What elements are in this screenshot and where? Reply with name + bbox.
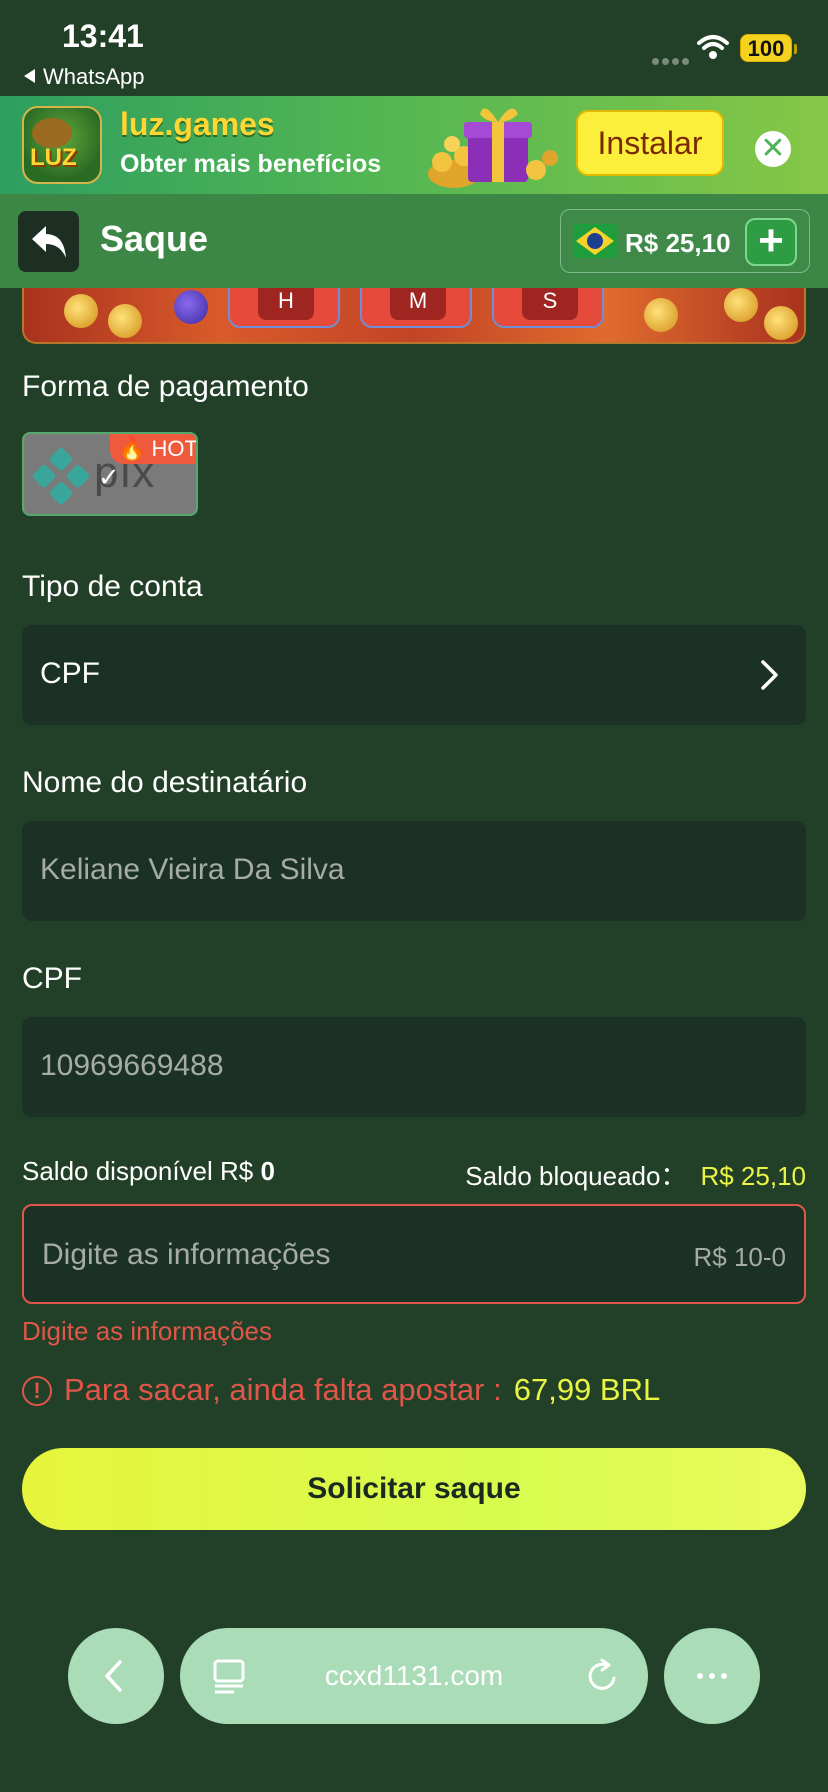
recipient-name-label: Nome do destinatário — [22, 766, 308, 799]
available-balance: Saldo disponível R$ 0 — [22, 1156, 275, 1187]
brazil-flag-icon — [573, 224, 617, 258]
available-balance-value: 0 — [260, 1156, 275, 1186]
banner-close-icon[interactable]: ✕ — [755, 131, 791, 167]
countdown-minutes: M — [360, 288, 472, 328]
countdown-hours-label: H — [258, 288, 314, 320]
pix-payment-option[interactable]: pix ✓ 🔥 HOT — [22, 432, 198, 516]
amount-range: R$ 10-0 — [693, 1242, 787, 1272]
selected-check-icon: ✓ — [98, 462, 120, 492]
available-balance-label: Saldo disponível R$ — [22, 1156, 254, 1186]
back-app-label: WhatsApp — [43, 64, 145, 89]
banner-title: luz.games — [120, 106, 275, 142]
balance-display[interactable]: R$ 25,10 + — [560, 209, 810, 273]
balance-amount: R$ 25,10 — [625, 228, 731, 258]
back-triangle-icon — [24, 69, 35, 83]
blocked-balance-label: Saldo bloqueado： — [465, 1161, 687, 1191]
battery-indicator: 100 — [740, 34, 797, 62]
browser-back-button[interactable] — [68, 1628, 164, 1724]
cpf-label: CPF — [22, 962, 82, 995]
back-to-app-link[interactable]: WhatsApp — [24, 64, 145, 90]
hot-badge: 🔥 HOT — [110, 434, 198, 464]
amount-placeholder: Digite as informações — [42, 1238, 331, 1271]
payment-method-label: Forma de pagamento — [22, 370, 309, 403]
betting-requirement-warning: ! Para sacar, ainda falta apostar : 67,99 … — [22, 1372, 660, 1408]
back-button[interactable] — [18, 211, 79, 272]
request-withdrawal-button[interactable]: Solicitar saque — [22, 1448, 806, 1530]
cpf-value: 10969669488 — [40, 1049, 224, 1082]
countdown-hours: H — [228, 288, 340, 328]
status-time: 13:41 — [62, 18, 144, 54]
reload-icon[interactable] — [586, 1658, 620, 1694]
chevron-right-icon — [761, 660, 778, 690]
recipient-name-value: Keliane Vieira Da Silva — [40, 853, 345, 886]
deposit-plus-button[interactable]: + — [745, 218, 797, 266]
status-bar: 13:41 WhatsApp 100 — [0, 0, 828, 96]
account-type-value: CPF — [40, 657, 100, 690]
chevron-left-icon — [105, 1660, 122, 1692]
warning-amount: 67,99 BRL — [513, 1372, 661, 1407]
install-banner: LUZ luz.games Obter mais benefícios Inst… — [0, 96, 828, 194]
app-logo: LUZ — [22, 106, 102, 184]
balance-summary: Saldo disponível R$ 0 Saldo bloqueado： R$… — [22, 1156, 806, 1192]
url-text: ccxd1131.com — [324, 1660, 504, 1691]
account-type-label: Tipo de conta — [22, 570, 203, 603]
back-arrow-icon — [32, 226, 66, 258]
blocked-balance-value: R$ 25,10 — [700, 1161, 806, 1191]
withdraw-amount-input[interactable]: Digite as informações R$ 10-0 — [22, 1204, 806, 1304]
recipient-name-field[interactable]: Keliane Vieira Da Silva — [22, 821, 806, 921]
hot-badge-label: HOT — [151, 436, 198, 461]
banner-subtitle: Obter mais benefícios — [120, 150, 382, 178]
promo-strip: H M S — [22, 288, 806, 344]
gift-coins-illustration — [428, 108, 558, 188]
address-bar[interactable]: ccxd1131.com — [180, 1628, 648, 1724]
page-header: Saque R$ 25,10 + — [0, 194, 828, 288]
cpf-field[interactable]: 10969669488 — [22, 1017, 806, 1117]
amount-error-message: Digite as informações — [22, 1316, 272, 1346]
countdown-minutes-label: M — [390, 288, 446, 320]
wifi-icon — [697, 34, 729, 65]
more-options-icon[interactable] — [664, 1628, 760, 1724]
account-type-select[interactable]: CPF — [22, 625, 806, 725]
countdown-seconds-label: S — [522, 288, 578, 320]
install-button[interactable]: Instalar — [576, 110, 724, 176]
cellular-signal-icon — [652, 52, 692, 70]
pix-logo-icon — [28, 446, 93, 511]
page-title: Saque — [100, 218, 209, 259]
warning-text: Para sacar, ainda falta apostar : — [64, 1372, 502, 1407]
blocked-balance: Saldo bloqueado： R$ 25,10 — [465, 1156, 806, 1193]
countdown-seconds: S — [492, 288, 604, 328]
alert-icon: ! — [22, 1376, 52, 1406]
